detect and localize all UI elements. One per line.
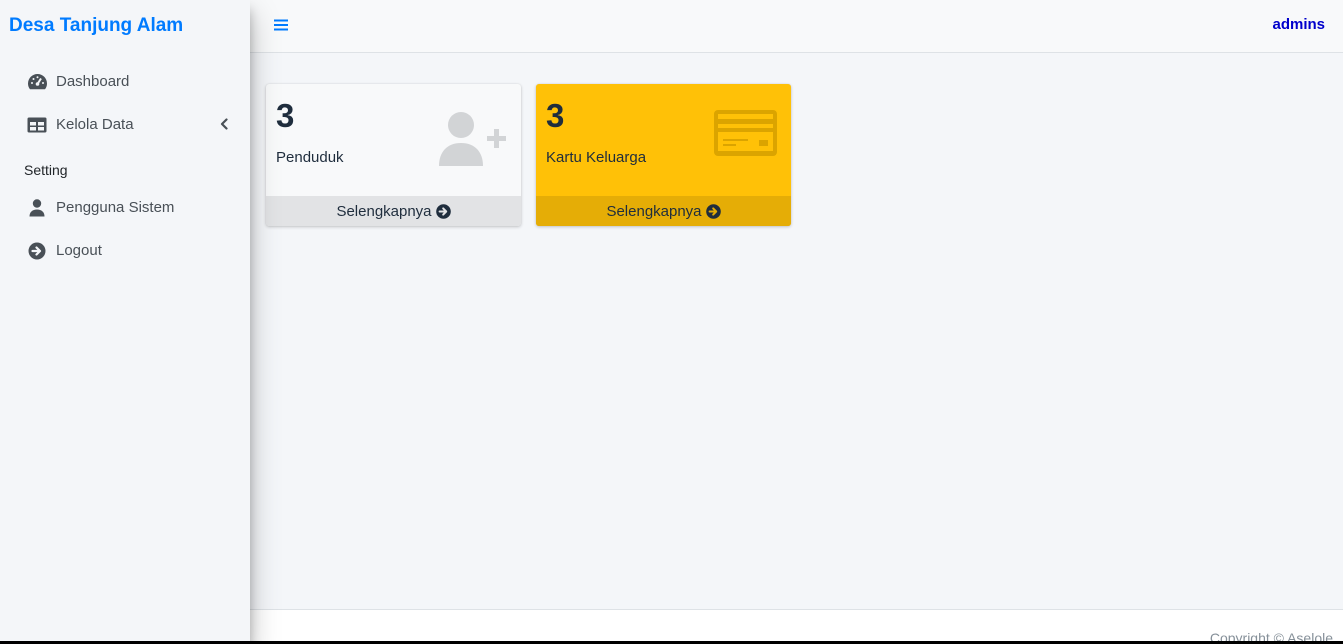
brand-title[interactable]: Desa Tanjung Alam — [0, 0, 250, 53]
chevron-left-icon[interactable] — [220, 117, 228, 134]
sidebar-item-label: Pengguna Sistem — [56, 199, 175, 216]
credit-card-icon — [714, 110, 777, 161]
user-plus-icon — [439, 110, 507, 173]
more-link-label: Selengkapnya — [336, 202, 432, 220]
penduduk-card: 3 Penduduk Selengkapnya — [266, 84, 521, 226]
sidebar-item-dashboard[interactable]: Dashboard — [0, 60, 250, 103]
kartu-keluarga-label: Kartu Keluarga — [546, 149, 647, 166]
sidebar-header-setting: Setting — [24, 162, 68, 178]
kartu-keluarga-more-link[interactable]: Selengkapnya — [536, 196, 791, 226]
sidebar: Desa Tanjung Alam Dashboard Kelola Data … — [0, 0, 250, 644]
sidebar-item-label: Dashboard — [56, 73, 130, 90]
penduduk-count: 3 — [276, 97, 295, 134]
more-link-label: Selengkapnya — [606, 202, 702, 220]
sidebar-item-logout[interactable]: Logout — [0, 229, 250, 272]
kartu-keluarga-card: 3 Kartu Keluarga Selengkapnya — [536, 84, 791, 226]
main-content: 3 Penduduk Selengkapnya 3 Kartu Keluarga… — [250, 53, 1343, 609]
tachometer-icon — [26, 72, 48, 92]
user-menu[interactable]: admins — [1272, 16, 1325, 33]
kartu-keluarga-count: 3 — [546, 97, 565, 134]
top-navbar: admins — [250, 0, 1343, 53]
sidebar-item-label: Kelola Data — [56, 116, 134, 133]
app-root: Desa Tanjung Alam Dashboard Kelola Data … — [0, 0, 1343, 644]
user-icon — [26, 198, 48, 218]
arrow-circle-right-icon — [705, 203, 721, 219]
penduduk-more-link[interactable]: Selengkapnya — [266, 196, 521, 226]
sidebar-item-label: Logout — [56, 242, 102, 259]
sidebar-nav: Dashboard Kelola Data — [0, 53, 250, 146]
sidebar-item-kelola-data[interactable]: Kelola Data — [0, 103, 250, 146]
penduduk-label: Penduduk — [276, 149, 344, 166]
bars-icon[interactable] — [274, 18, 288, 32]
table-icon — [26, 115, 48, 135]
arrow-circle-right-icon — [435, 203, 451, 219]
sidebar-item-pengguna-sistem[interactable]: Pengguna Sistem — [0, 186, 250, 229]
sidebar-settings-nav: Pengguna Sistem Logout — [0, 186, 250, 272]
page-footer: Copyright © Aselole — [250, 609, 1343, 642]
arrow-circle-right-icon — [26, 241, 48, 261]
